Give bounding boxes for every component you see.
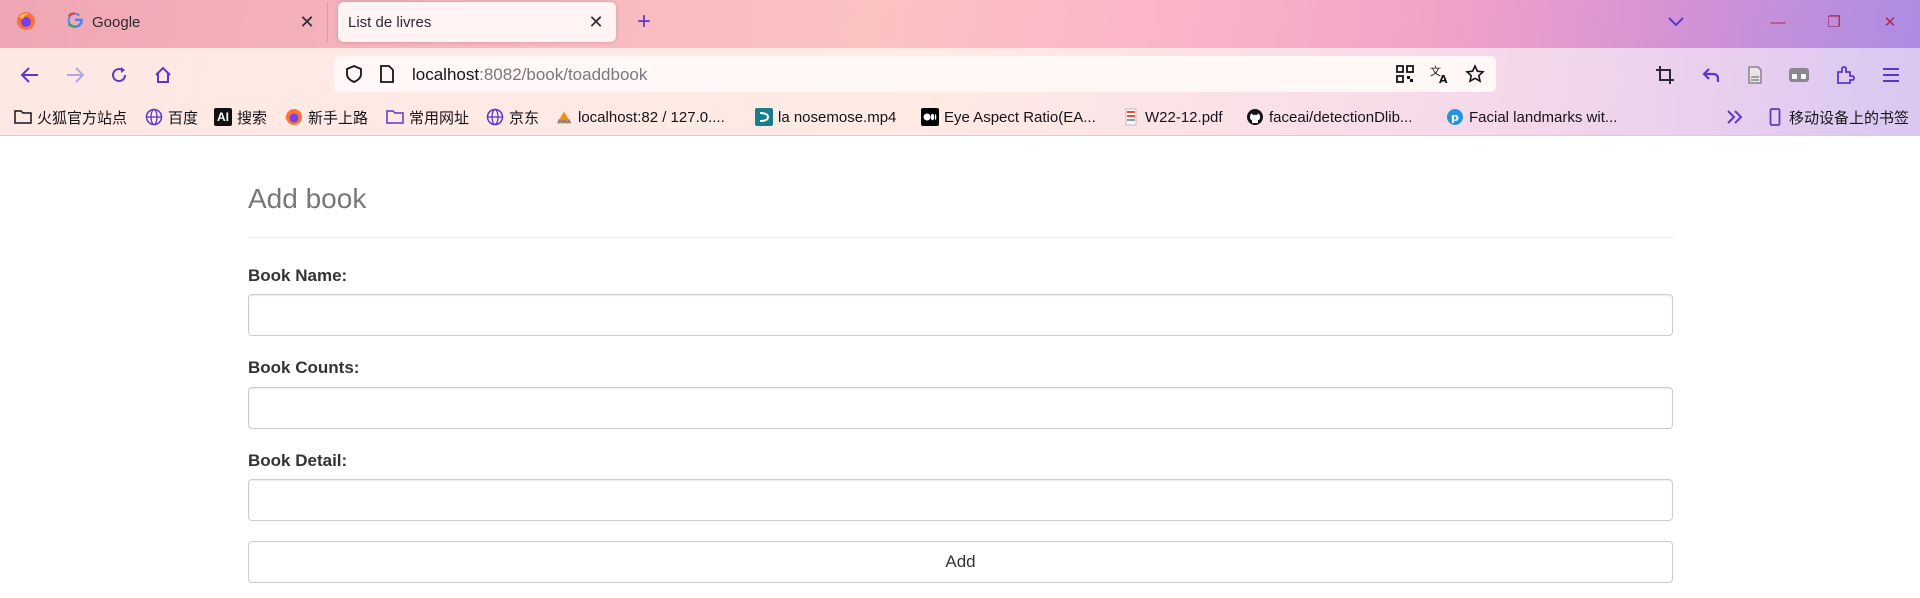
google-icon <box>66 11 84 33</box>
medium-icon <box>921 108 939 126</box>
bookmark-item[interactable]: 常用网址 <box>386 104 469 130</box>
tab-title: Google <box>92 13 141 31</box>
bookmark-item[interactable]: PMA localhost:82 / 127.0.... <box>555 104 725 130</box>
book-detail-input[interactable] <box>248 479 1673 521</box>
back-icon[interactable] <box>15 60 45 90</box>
bookmark-item[interactable]: faceai/detectionDlib... <box>1246 104 1412 130</box>
bookmark-label: 火狐官方站点 <box>37 109 128 127</box>
translate-icon[interactable]: 文A <box>1429 63 1451 85</box>
bookmark-item[interactable]: p Facial landmarks wit... <box>1446 104 1617 130</box>
tab-container-icon[interactable] <box>1784 60 1814 90</box>
page-info-icon[interactable] <box>378 64 396 89</box>
close-tab-icon[interactable]: ✕ <box>586 12 606 32</box>
svg-text:p: p <box>1451 111 1459 124</box>
mobile-bookmarks-label: 移动设备上的书签 <box>1789 109 1910 127</box>
close-tab-icon[interactable]: ✕ <box>297 12 317 32</box>
svg-text:PMA: PMA <box>558 119 572 125</box>
firefox-icon <box>285 108 303 126</box>
bookmark-label: 常用网址 <box>409 109 470 127</box>
more-bookmarks-icon[interactable] <box>1726 104 1744 130</box>
bookmark-label: Eye Aspect Ratio(EA... <box>944 108 1096 126</box>
bookmark-label: localhost:82 / 127.0.... <box>578 108 725 126</box>
reader-view-icon[interactable] <box>1740 60 1770 90</box>
bookmark-label: 搜索 <box>237 109 268 127</box>
book-name-label: Book Name: <box>248 266 348 285</box>
bookmark-item[interactable]: 百度 <box>145 104 198 130</box>
url-text[interactable]: localhost:8082/book/toaddbook <box>412 65 647 85</box>
svg-text:A: A <box>1439 73 1448 85</box>
tracking-protection-icon[interactable] <box>344 64 364 89</box>
url-host: localhost <box>412 65 480 84</box>
globe-icon <box>145 108 163 126</box>
mobile-device-icon <box>1766 108 1784 126</box>
add-button[interactable]: Add <box>248 541 1673 583</box>
restore-icon[interactable]: ❐ <box>1814 8 1854 36</box>
page-title: Add book <box>248 183 367 214</box>
home-icon[interactable] <box>148 60 178 90</box>
folder-icon <box>386 108 404 126</box>
extensions-icon[interactable] <box>1830 60 1860 90</box>
new-tab-icon[interactable]: + <box>630 8 658 36</box>
reload-icon[interactable] <box>104 60 134 90</box>
bookmark-item[interactable]: W22-12.pdf <box>1122 104 1223 130</box>
video-icon <box>755 108 773 126</box>
list-all-tabs-icon[interactable] <box>1662 8 1690 36</box>
app-menu-icon[interactable] <box>1876 60 1906 90</box>
bookmark-item[interactable]: 火狐官方站点 <box>14 104 127 130</box>
bookmark-label: 京东 <box>509 109 540 127</box>
phpmyadmin-icon: PMA <box>555 108 573 126</box>
undo-close-tab-icon[interactable] <box>1696 60 1726 90</box>
tab-title: List de livres <box>348 13 432 31</box>
bookmark-label: Facial landmarks wit... <box>1469 108 1618 126</box>
pdf-icon <box>1122 108 1140 126</box>
book-detail-label: Book Detail: <box>248 451 348 470</box>
bookmark-item[interactable]: AI 搜索 <box>214 104 267 130</box>
tab-list-de-livres[interactable]: List de livres ✕ <box>338 2 616 42</box>
title-divider <box>248 237 1673 238</box>
toolbar-divider <box>0 135 1920 136</box>
bookmark-star-icon[interactable] <box>1464 63 1486 85</box>
book-counts-input[interactable] <box>248 387 1673 429</box>
book-name-input[interactable] <box>248 294 1673 336</box>
tab-google[interactable]: Google ✕ <box>56 2 328 42</box>
github-icon <box>1246 108 1264 126</box>
close-window-icon[interactable]: ✕ <box>1870 8 1910 36</box>
tab-strip: Google ✕ List de livres ✕ + — ❐ ✕ <box>0 0 1920 44</box>
globe-icon <box>486 108 504 126</box>
url-path: :8082/book/toaddbook <box>479 65 648 84</box>
firefox-menu-icon[interactable] <box>10 8 42 34</box>
minimize-icon[interactable]: — <box>1758 8 1798 36</box>
browser-chrome: Google ✕ List de livres ✕ + — ❐ ✕ localh… <box>0 0 1920 136</box>
mobile-bookmarks[interactable]: 移动设备上的书签 <box>1766 104 1909 130</box>
bookmark-label: 百度 <box>168 109 199 127</box>
bookmark-label: 新手上路 <box>308 109 369 127</box>
bookmark-item[interactable]: Eye Aspect Ratio(EA... <box>921 104 1096 130</box>
pyimagesearch-icon: p <box>1446 108 1464 126</box>
forward-icon[interactable] <box>60 60 90 90</box>
bookmark-label: W22-12.pdf <box>1145 108 1223 126</box>
bookmark-item[interactable]: 新手上路 <box>285 104 368 130</box>
book-counts-label: Book Counts: <box>248 358 360 377</box>
qr-code-icon[interactable] <box>1394 63 1416 85</box>
bookmark-item[interactable]: 京东 <box>486 104 539 130</box>
bookmark-item[interactable]: la nosemose.mp4 <box>755 104 896 130</box>
bookmark-label: faceai/detectionDlib... <box>1269 108 1413 126</box>
bookmark-label: la nosemose.mp4 <box>778 108 897 126</box>
folder-icon <box>14 108 32 126</box>
bookmarks-toolbar: 火狐官方站点 百度 AI 搜索 新手上路 常用网址 京东 PMA localho… <box>0 104 1920 130</box>
ai-icon: AI <box>214 108 232 126</box>
url-bar[interactable]: localhost:8082/book/toaddbook 文A <box>334 56 1496 92</box>
screenshot-icon[interactable] <box>1650 60 1680 90</box>
